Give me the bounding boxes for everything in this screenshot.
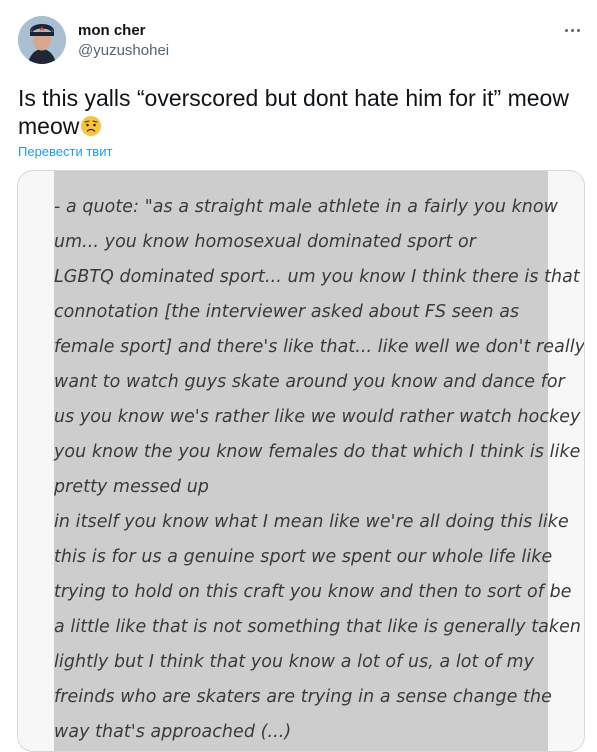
tweet-media-image[interactable]: - a quote: "as a straight male athlete i…: [17, 170, 585, 752]
media-quote-line: a little like that is not something that…: [54, 617, 582, 637]
avatar[interactable]: A: [18, 16, 66, 64]
media-quote-line: you know the you know females do that wh…: [54, 442, 581, 462]
media-quote-line: us you know we's rather like we would ra…: [54, 407, 581, 427]
media-quote-line: pretty messed up: [54, 477, 210, 497]
worried-face-emoji-icon: [80, 115, 102, 137]
translate-tweet-link[interactable]: Перевести твит: [18, 144, 112, 159]
dot: [576, 28, 580, 32]
media-quote-line: connotation [the interviewer asked about…: [54, 302, 520, 322]
media-quote-line: freinds who are skaters are trying in a …: [54, 687, 552, 707]
svg-text:A: A: [40, 25, 45, 33]
tweet-card: A mon cher @yuzushohei Is this yalls “ov…: [0, 0, 597, 752]
media-quote-line: in itself you know what I mean like we'r…: [54, 512, 569, 532]
dot: [570, 28, 574, 32]
dot: [564, 28, 568, 32]
more-options-icon[interactable]: [561, 20, 583, 40]
author-name[interactable]: mon cher: [78, 22, 146, 39]
media-quote-line: LGBTQ dominated sport... um you know I t…: [54, 267, 580, 287]
media-quote-line: female sport] and there's like that... l…: [54, 337, 585, 357]
media-quote-line: lightly but I think that you know a lot …: [54, 652, 535, 672]
media-quote-line: way that's approached (...): [54, 722, 292, 742]
media-quote-line: um... you know homosexual dominated spor…: [54, 232, 477, 252]
media-quote-line: this is for us a genuine sport we spent …: [54, 547, 553, 567]
media-edge-left: [18, 171, 54, 751]
tweet-text: Is this yalls “overscored but dont hate …: [18, 84, 578, 140]
author-handle[interactable]: @yuzushohei: [78, 42, 169, 59]
media-quote-line: want to watch guys skate around you know…: [54, 372, 565, 392]
media-quote-line: trying to hold on this craft you know an…: [54, 582, 572, 602]
media-quote-line: - a quote: "as a straight male athlete i…: [54, 197, 558, 217]
